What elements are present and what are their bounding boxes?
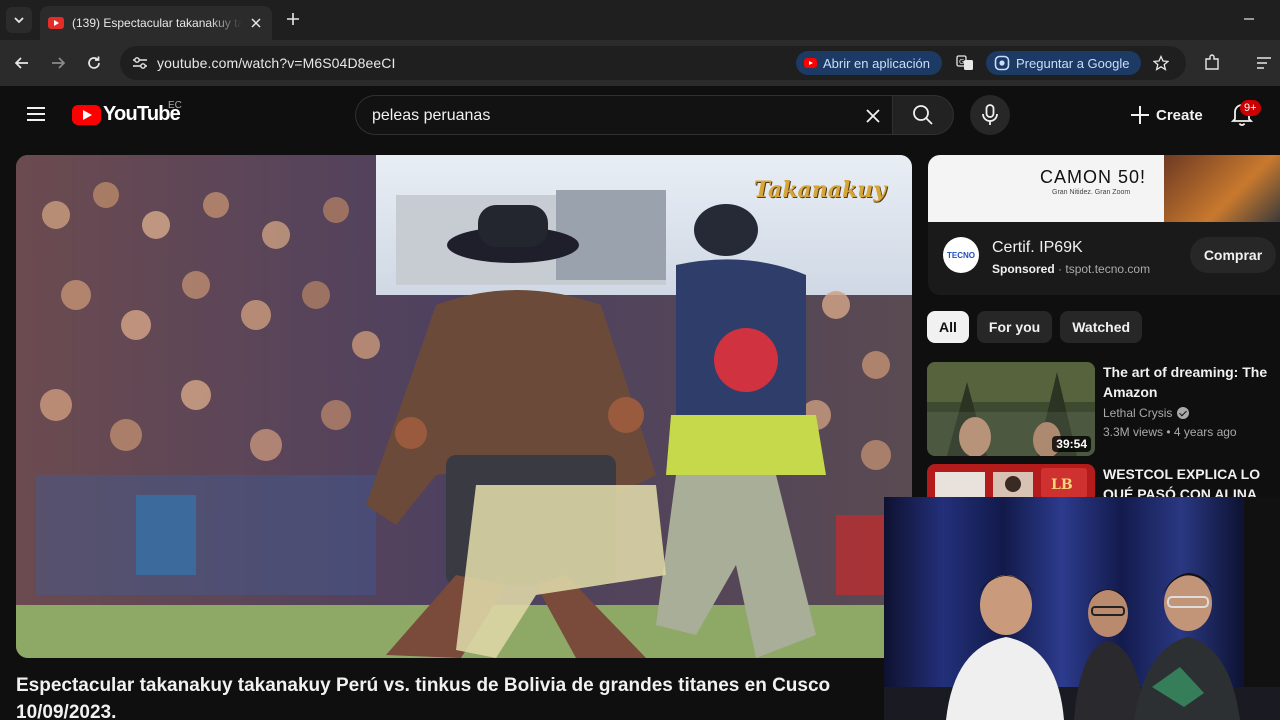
tab-title: (139) Espectacular takanakuy takanakuy P… — [72, 16, 242, 30]
ad-meta: Sponsored · tspot.tecno.com — [992, 262, 1150, 276]
ask-google-button[interactable]: Preguntar a Google — [986, 51, 1142, 75]
guide-menu-button[interactable] — [22, 100, 50, 128]
forward-button[interactable] — [46, 51, 70, 75]
search-input[interactable]: peleas peruanas — [355, 95, 892, 135]
svg-text:LB: LB — [1051, 477, 1073, 493]
reading-list-icon — [1257, 57, 1271, 69]
create-label: Create — [1156, 106, 1203, 124]
sponsored-label: Sponsored — [992, 262, 1055, 276]
chip-watched[interactable]: Watched — [1060, 311, 1143, 343]
arrow-right-icon — [52, 57, 66, 69]
chip-for-you[interactable]: For you — [976, 311, 1053, 343]
google-lens-icon — [994, 55, 1010, 71]
browser-toolbar: youtube.com/watch?v=M6S04D8eeCI Abrir en… — [0, 40, 1280, 86]
bookmark-button[interactable] — [1150, 52, 1172, 74]
recommended-video[interactable]: 39:54 The art of dreaming: The Amazon Le… — [927, 362, 1280, 458]
arrow-left-icon — [14, 57, 28, 69]
ad-banner-subtext: Gran Nitidez. Gran Zoom — [1052, 189, 1131, 196]
open-in-app-label: Abrir en aplicación — [823, 55, 930, 71]
url-text[interactable]: youtube.com/watch?v=M6S04D8eeCI — [157, 55, 396, 71]
tune-icon — [133, 57, 147, 69]
close-icon — [866, 109, 880, 123]
channel-name-text: Lethal Crysis — [1103, 406, 1173, 420]
advertiser-logo-text: TECNO — [947, 250, 975, 260]
tab-search-button[interactable] — [6, 7, 32, 33]
extensions-button[interactable] — [1200, 51, 1224, 75]
create-button[interactable]: Create — [1118, 97, 1215, 133]
ad-banner-image[interactable]: CAMON 50! Gran Nitidez. Gran Zoom — [928, 155, 1280, 222]
video-stats: 3.3M views • 4 years ago — [1103, 425, 1237, 439]
ad-buy-button[interactable]: Comprar — [1190, 237, 1276, 273]
browser-tab-active[interactable]: (139) Espectacular takanakuy takanakuy P… — [40, 6, 272, 40]
ad-title[interactable]: Certif. IP69K — [992, 239, 1083, 257]
reload-button[interactable] — [82, 51, 106, 75]
svg-text:G: G — [959, 58, 964, 66]
ad-phone-image — [1164, 155, 1280, 222]
ask-google-label: Preguntar a Google — [1016, 55, 1130, 71]
ad-domain: tspot.tecno.com — [1065, 262, 1151, 276]
related-filter-chips: All For you Watched — [927, 311, 1143, 343]
open-in-app-button[interactable]: Abrir en aplicación — [796, 51, 942, 75]
video-frame — [16, 155, 912, 658]
hamburger-menu-icon — [27, 107, 45, 121]
close-icon — [251, 18, 261, 28]
channel-name[interactable]: Lethal Crysis — [1103, 406, 1190, 420]
country-code: EC — [168, 100, 182, 111]
video-title: Espectacular takanakuy takanakuy Perú vs… — [16, 675, 831, 720]
youtube-icon — [804, 58, 817, 68]
sponsored-ad-card[interactable]: CAMON 50! Gran Nitidez. Gran Zoom TECNO … — [928, 155, 1280, 295]
site-info-button[interactable] — [128, 52, 152, 74]
new-tab-button[interactable] — [282, 8, 304, 30]
tab-close-button[interactable] — [248, 15, 264, 31]
chip-all[interactable]: All — [927, 311, 969, 343]
verified-badge-icon — [1177, 407, 1190, 419]
star-icon — [1153, 55, 1169, 71]
webcam-image — [884, 497, 1280, 720]
search-button[interactable] — [892, 95, 954, 135]
plus-icon — [287, 13, 299, 25]
plus-icon — [1131, 106, 1149, 124]
ad-banner-headline: CAMON 50! — [1040, 167, 1147, 187]
reload-icon — [88, 56, 100, 69]
video-player[interactable]: Takanakuy — [16, 155, 912, 658]
advertiser-logo[interactable]: TECNO — [943, 237, 979, 273]
notification-count-badge: 9+ — [1240, 100, 1261, 116]
side-panel-button[interactable] — [1252, 51, 1276, 75]
minimize-icon — [1244, 18, 1254, 20]
address-bar[interactable]: youtube.com/watch?v=M6S04D8eeCI Abrir en… — [120, 46, 1186, 80]
search-query-text: peleas peruanas — [372, 107, 491, 124]
youtube-logo[interactable]: YouTube — [72, 103, 181, 126]
video-title-link[interactable]: The art of dreaming: The Amazon — [1103, 362, 1279, 402]
youtube-logo-icon — [72, 104, 101, 125]
search-icon — [913, 105, 933, 125]
search-clear-button[interactable] — [860, 103, 886, 129]
youtube-masthead: YouTube EC peleas peruanas Create — [0, 86, 1280, 142]
youtube-favicon-icon — [48, 17, 64, 29]
channel-watermark: Takanakuy — [753, 177, 886, 203]
back-button[interactable] — [10, 51, 34, 75]
microphone-icon — [982, 104, 998, 125]
screen: (139) Espectacular takanakuy takanakuy P… — [0, 0, 1280, 720]
video-duration: 39:54 — [1052, 436, 1091, 452]
translate-button[interactable]: G — [954, 52, 976, 74]
browser-tab-strip: (139) Espectacular takanakuy takanakuy P… — [0, 0, 1280, 40]
chevron-down-icon — [14, 17, 24, 24]
webcam-overlay — [884, 497, 1280, 720]
translate-icon: G — [956, 55, 973, 70]
window-minimize-button[interactable] — [1242, 12, 1256, 26]
voice-search-button[interactable] — [970, 95, 1010, 135]
video-thumbnail[interactable]: 39:54 — [927, 362, 1095, 456]
puzzle-icon — [1205, 54, 1219, 70]
